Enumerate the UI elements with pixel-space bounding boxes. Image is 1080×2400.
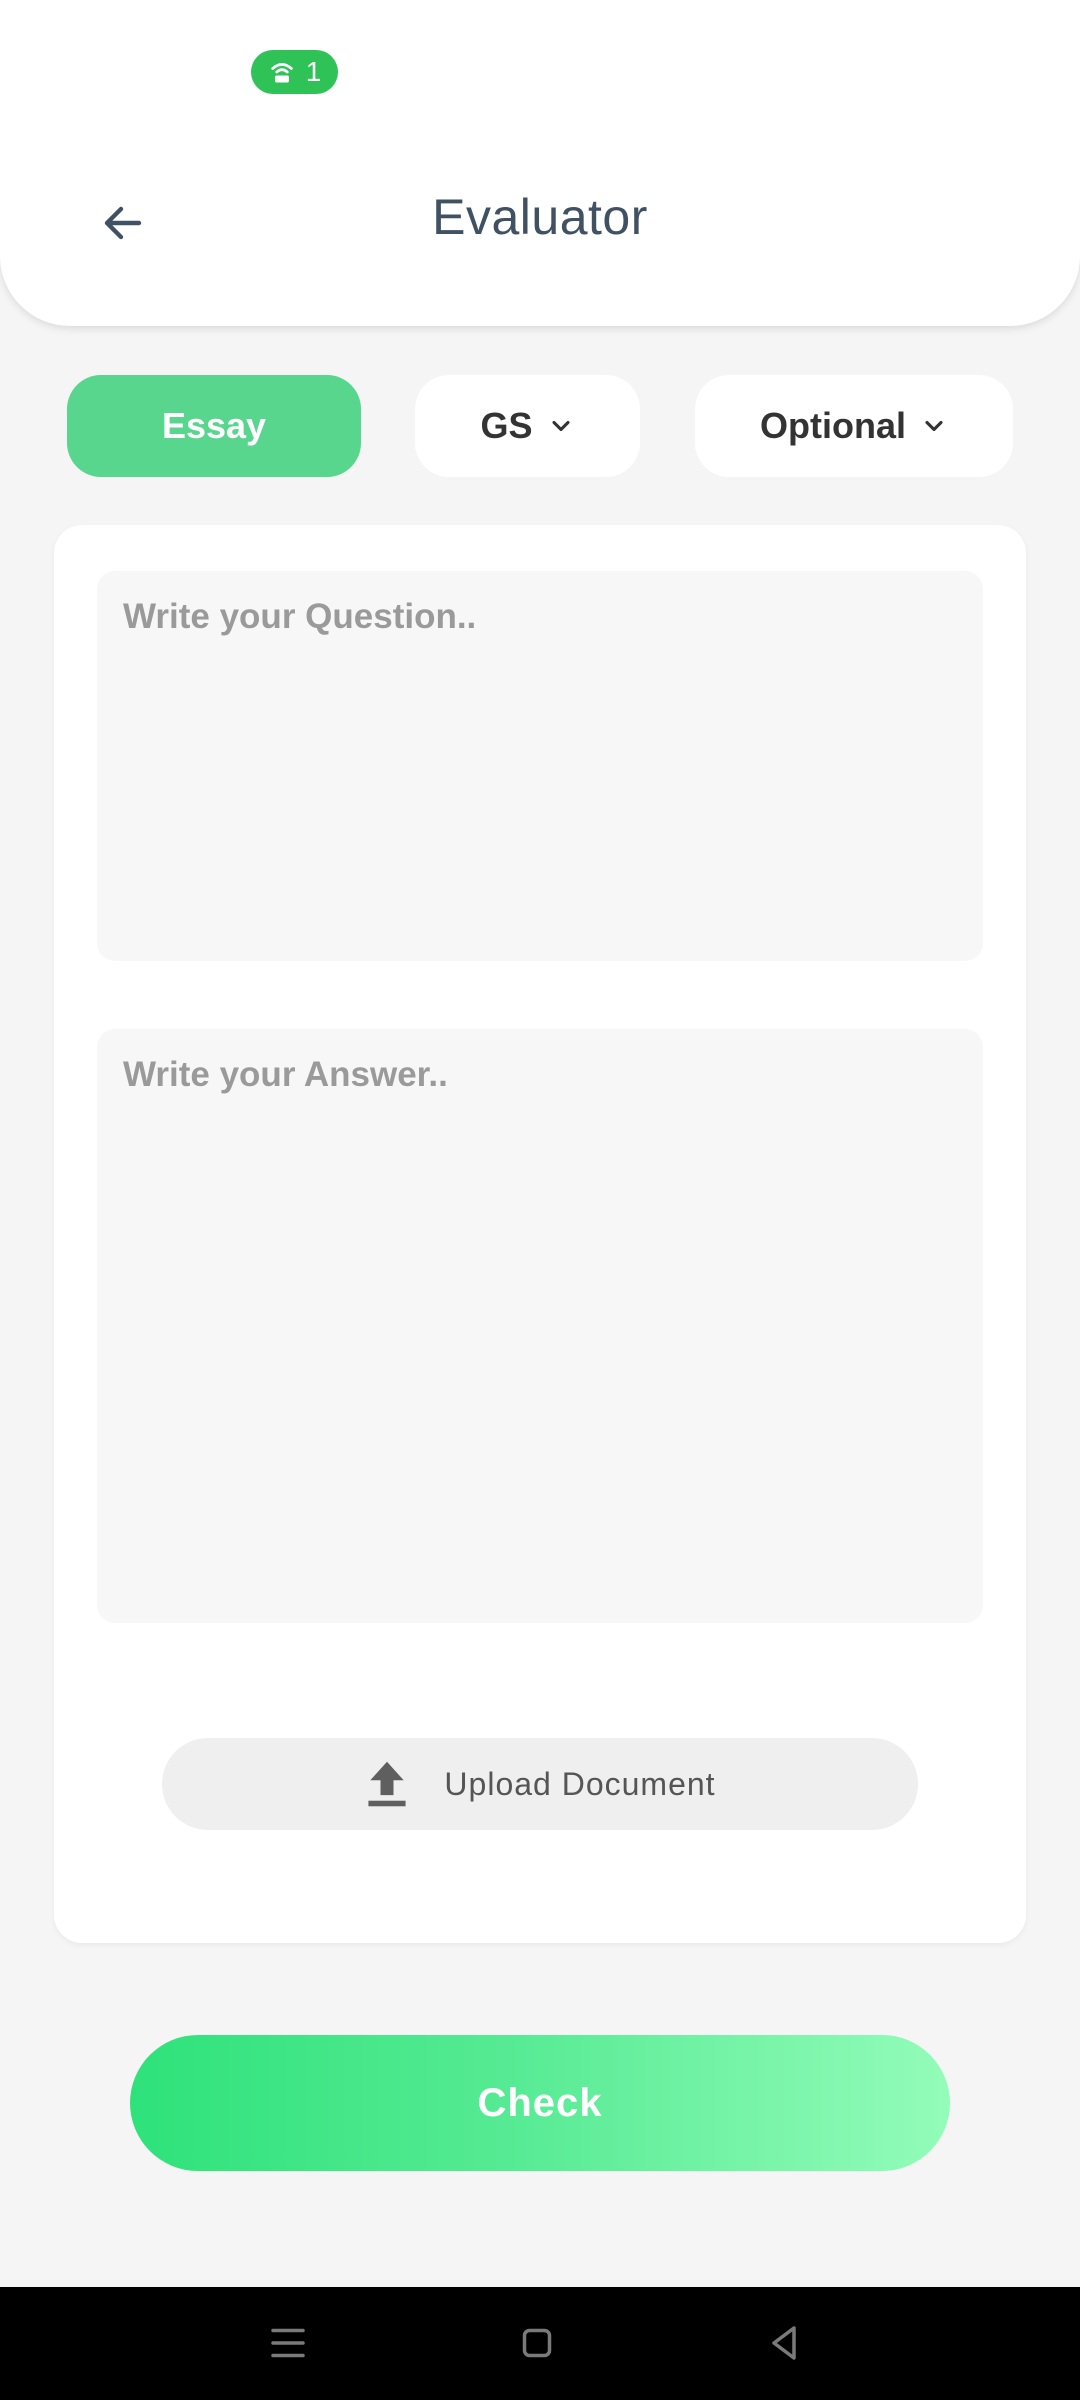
upload-icon (368, 1761, 406, 1807)
chevron-down-icon (925, 420, 943, 432)
answer-input[interactable] (97, 1029, 983, 1623)
app-header: 1 Evaluator (0, 0, 1080, 326)
tab-essay[interactable]: Essay (67, 375, 361, 477)
evaluator-screen: 1 Evaluator Essay GS Optional Write your… (0, 0, 1080, 2400)
upload-document-label: Upload Document (444, 1765, 716, 1802)
hotspot-indicator[interactable]: 1 (251, 50, 338, 94)
tab-essay-label: Essay (161, 405, 267, 446)
system-navigation-bar (0, 2287, 1080, 2400)
tab-optional-dropdown[interactable]: Optional (695, 375, 1013, 477)
home-icon[interactable] (507, 2313, 567, 2373)
check-button-label: Check (477, 2080, 603, 2125)
tab-optional-label: Optional (760, 405, 906, 446)
check-button[interactable]: Check (130, 2035, 950, 2171)
upload-document-button[interactable]: Upload Document (162, 1738, 918, 1830)
tab-gs-label: GS (480, 405, 533, 446)
menu-icon[interactable] (258, 2313, 318, 2373)
tab-gs-dropdown[interactable]: GS (415, 375, 640, 477)
chevron-down-icon (551, 420, 570, 432)
hotspot-icon (270, 63, 293, 83)
evaluation-form-card: Upload Document (54, 525, 1026, 1943)
back-icon[interactable] (754, 2313, 814, 2373)
hotspot-count: 1 (305, 56, 322, 87)
question-input[interactable] (97, 571, 983, 961)
page-title: Evaluator (432, 189, 648, 245)
